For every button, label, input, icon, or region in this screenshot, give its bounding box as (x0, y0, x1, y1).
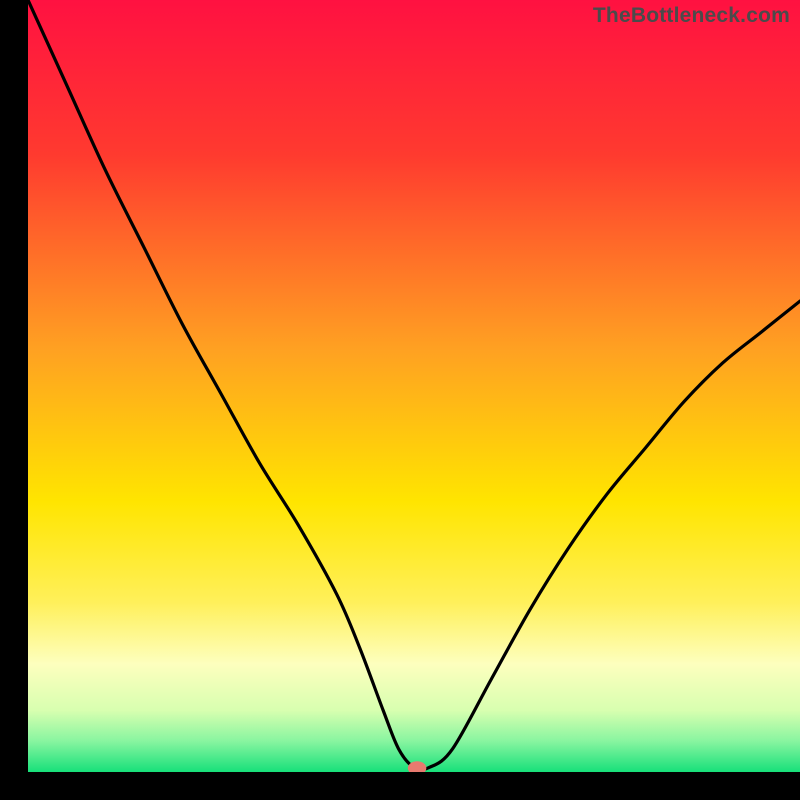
chart-frame: TheBottleneck.com (0, 0, 800, 800)
bottleneck-chart (28, 0, 800, 772)
plot-area: TheBottleneck.com (28, 0, 800, 772)
gradient-background (28, 0, 800, 772)
watermark-text: TheBottleneck.com (593, 4, 790, 28)
